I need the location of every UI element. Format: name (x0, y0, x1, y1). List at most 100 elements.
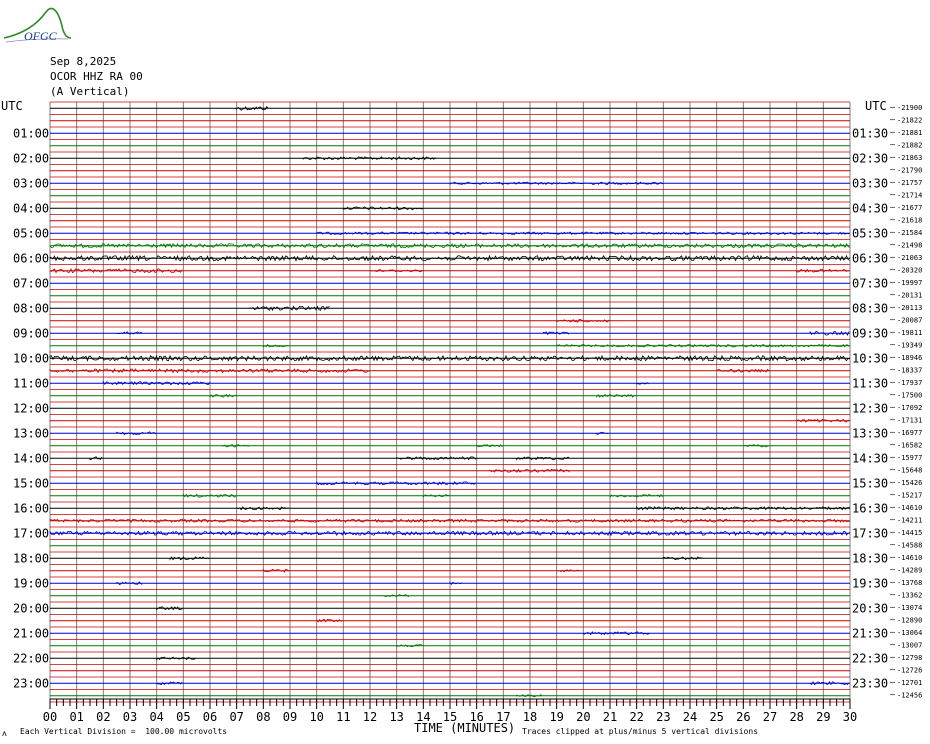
row-baseline-value: -17500 (897, 391, 922, 399)
row-label-left: 06:00 (13, 251, 49, 265)
x-tick-label: 21 (603, 710, 617, 724)
row-label-left: 14:00 (13, 451, 49, 465)
row-label-right: 18:30 (852, 551, 888, 565)
row-baseline-value: -12701 (897, 679, 922, 687)
x-tick-label: 08 (256, 710, 270, 724)
trace-burst (516, 694, 543, 698)
row-label-right: 02:30 (852, 151, 888, 165)
row-label-left: 21:00 (13, 626, 49, 640)
x-tick-label: 27 (763, 710, 777, 724)
row-label-right: 11:30 (852, 376, 888, 390)
row-label-left: 19:00 (13, 576, 49, 590)
row-baseline-value: -12456 (897, 691, 922, 699)
row-label-right: 17:30 (852, 526, 888, 540)
row-baseline-value: -17937 (897, 379, 922, 387)
trace-burst (556, 569, 583, 573)
row-baseline-value: -13768 (897, 579, 922, 587)
row-label-right: 08:30 (852, 301, 888, 315)
row-label-left: 07:00 (13, 276, 49, 290)
row-label-left: 17:00 (13, 526, 49, 540)
row-baseline-value: -20087 (897, 316, 922, 324)
row-baseline-value: -21822 (897, 116, 922, 124)
row-baseline-value: -13074 (897, 604, 922, 612)
x-tick-label: 22 (629, 710, 643, 724)
row-label-right: 10:30 (852, 351, 888, 365)
x-tick-label: 30 (843, 710, 857, 724)
x-tick-label: 29 (816, 710, 830, 724)
x-tick-label: 28 (789, 710, 803, 724)
row-label-right: 06:30 (852, 251, 888, 265)
row-label-left: 22:00 (13, 651, 49, 665)
x-tick-label: 10 (309, 710, 323, 724)
x-tick-label: 01 (69, 710, 83, 724)
x-tick-label: 13 (389, 710, 403, 724)
row-baseline-value: -14610 (897, 504, 922, 512)
row-baseline-value: -12890 (897, 616, 922, 624)
x-tick-label: 20 (576, 710, 590, 724)
trace-burst (302, 156, 436, 161)
utc-label-left: UTC (1, 99, 23, 113)
row-baseline-value: -19349 (897, 341, 922, 349)
row-baseline-value: -21863 (897, 154, 922, 162)
x-tick-label: 00 (43, 710, 57, 724)
row-baseline-value: -21790 (897, 166, 922, 174)
x-tick-label: 05 (176, 710, 190, 724)
x-tick-label: 26 (736, 710, 750, 724)
row-baseline-value: -19997 (897, 279, 922, 287)
utc-label-right: UTC (865, 99, 887, 113)
row-baseline-value: -21498 (897, 241, 922, 249)
x-tick-label: 09 (283, 710, 297, 724)
row-baseline-value: -12798 (897, 654, 922, 662)
row-baseline-value: -20131 (897, 291, 922, 299)
row-label-left: 12:00 (13, 401, 49, 415)
row-label-right: 23:30 (852, 676, 888, 690)
x-tick-label: 07 (229, 710, 243, 724)
row-baseline-value: -21900 (897, 104, 922, 112)
row-baseline-value: -14415 (897, 529, 922, 537)
x-tick-label: 25 (709, 710, 723, 724)
row-baseline-value: -21584 (897, 229, 922, 237)
row-label-right: 05:30 (852, 226, 888, 240)
row-label-left: 09:00 (13, 326, 49, 340)
row-label-left: 20:00 (13, 601, 49, 615)
row-label-left: 05:00 (13, 226, 49, 240)
row-baseline-value: -13007 (897, 641, 922, 649)
row-labels: -21900 -21822 01:00 01:30 -21881 -21882 02:00 0… (13, 104, 922, 700)
row-label-left: 03:00 (13, 176, 49, 190)
row-label-right: 22:30 (852, 651, 888, 665)
row-baseline-value: -21618 (897, 216, 922, 224)
row-baseline-value: -14289 (897, 566, 922, 574)
row-baseline-value: -21757 (897, 179, 922, 187)
row-baseline-value: -20320 (897, 266, 922, 274)
x-tick-label: 06 (203, 710, 217, 724)
row-label-right: 13:30 (852, 426, 888, 440)
row-baseline-value: -21677 (897, 204, 922, 212)
x-tick-label: 02 (96, 710, 110, 724)
row-baseline-value: -20113 (897, 304, 922, 312)
x-axis-label: TIME (MINUTES) (414, 721, 515, 735)
row-baseline-value: -21881 (897, 129, 922, 137)
row-baseline-value: -15977 (897, 454, 922, 462)
row-baseline-value: -16582 (897, 441, 922, 449)
row-baseline-value: -18337 (897, 366, 922, 374)
x-tick-label: 19 (549, 710, 563, 724)
row-baseline-value: -15217 (897, 491, 922, 499)
row-label-right: 01:30 (852, 126, 888, 140)
row-baseline-value: -15648 (897, 466, 922, 474)
x-tick-label: 04 (149, 710, 163, 724)
row-baseline-value: -21063 (897, 254, 922, 262)
row-label-left: 23:00 (13, 676, 49, 690)
row-baseline-value: -14211 (897, 516, 922, 524)
row-label-right: 07:30 (852, 276, 888, 290)
row-label-right: 14:30 (852, 451, 888, 465)
row-baseline-value: -13362 (897, 591, 922, 599)
row-label-right: 20:30 (852, 601, 888, 615)
row-baseline-value: -18946 (897, 354, 922, 362)
row-label-left: 15:00 (13, 476, 49, 490)
row-label-right: 15:30 (852, 476, 888, 490)
row-baseline-value: -17092 (897, 404, 922, 412)
row-label-left: 01:00 (13, 126, 49, 140)
helicorder-chart: -21900 -21822 01:00 01:30 -21881 -21882 02:00 0… (1, 99, 922, 738)
row-label-right: 19:30 (852, 576, 888, 590)
row-label-right: 12:30 (852, 401, 888, 415)
